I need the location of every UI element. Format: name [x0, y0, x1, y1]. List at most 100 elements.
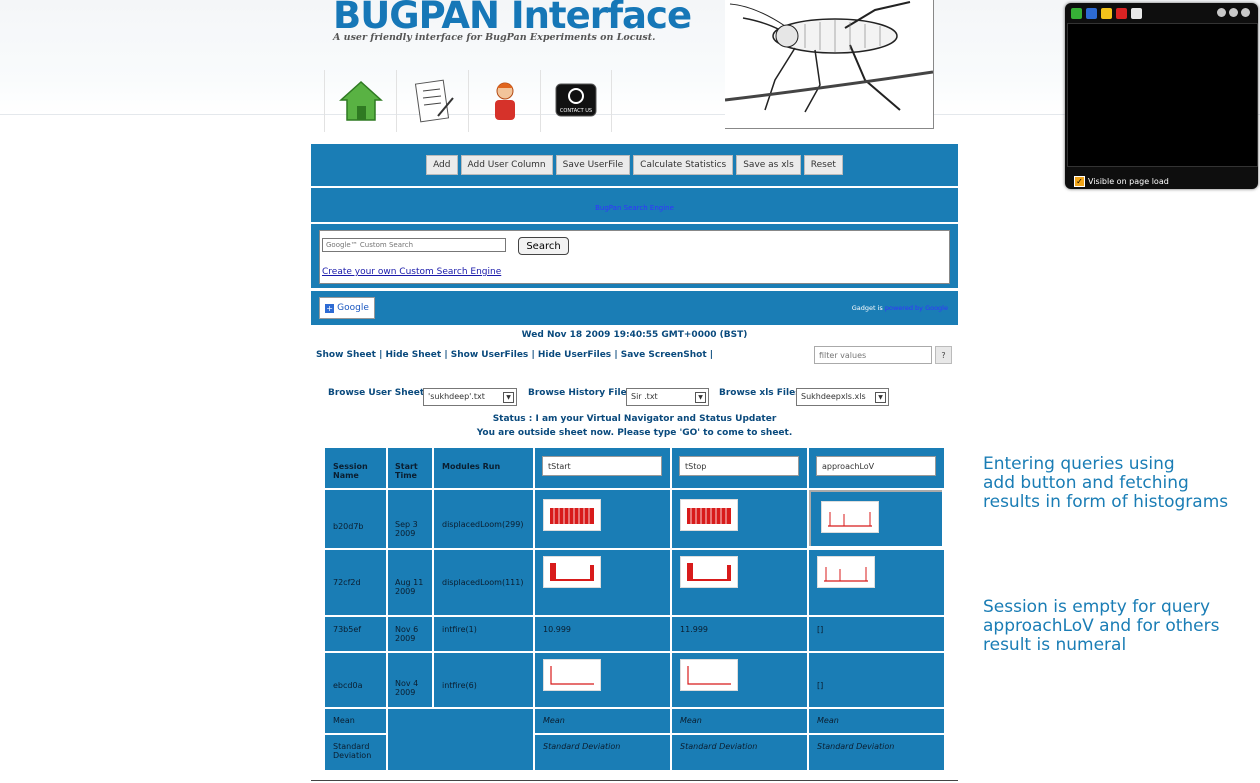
query-input-1[interactable] — [542, 456, 662, 476]
calculate-statistics-button[interactable]: Calculate Statistics — [633, 155, 734, 175]
histogram-thumbnail[interactable] — [680, 499, 738, 531]
save-userfile-button[interactable]: Save UserFile — [555, 155, 631, 175]
table-row-module: intfire(1) — [434, 617, 533, 651]
page-subtitle: A user friendly interface for BugPan Exp… — [333, 32, 656, 43]
table-cell: [] — [809, 653, 944, 707]
header-session: Session Name — [325, 448, 386, 488]
mean-label: Mean — [325, 709, 386, 733]
table-row-module: displacedLoom(299) — [434, 490, 533, 548]
nav-item-profile[interactable] — [468, 70, 540, 132]
nav-item-documents[interactable] — [396, 70, 468, 132]
table-row-session: 72cf2d — [325, 550, 386, 615]
table-cell-highlight — [809, 490, 942, 546]
nav-bar: CONTACT US — [324, 70, 612, 132]
annotation-line: Session is empty for query — [983, 597, 1211, 617]
browse-user-sheets-label: Browse User Sheets — [328, 388, 430, 398]
google-label: Google — [337, 303, 369, 313]
widget-settings-icon[interactable] — [1229, 8, 1238, 17]
table-row-module: intfire(6) — [434, 653, 533, 707]
visible-label: Visible on page load — [1088, 177, 1169, 186]
mean-cell: Mean — [809, 709, 944, 733]
add-user-column-button[interactable]: Add User Column — [460, 155, 553, 175]
add-button[interactable]: Add — [426, 155, 458, 175]
browse-history-label: Browse History Files — [528, 388, 633, 398]
chevron-down-icon: ▼ — [503, 392, 514, 403]
save-as-xls-button[interactable]: Save as xls — [736, 155, 801, 175]
gadget-bar: + Google Gadget is powered by Google — [311, 291, 958, 325]
hide-sheet-link[interactable]: Hide Sheet — [386, 350, 442, 360]
separator: | — [379, 350, 383, 360]
widget-menu-icon[interactable] — [1217, 8, 1226, 17]
sd-cell: Standard Deviation — [672, 735, 807, 770]
xls-value: Sukhdeepxls.xls — [801, 392, 866, 401]
table-row-session: b20d7b — [325, 490, 386, 548]
add-to-google-button[interactable]: + Google — [319, 297, 375, 319]
table-cell — [672, 653, 807, 707]
histogram-thumbnail[interactable] — [821, 501, 879, 533]
home-icon — [338, 80, 383, 121]
alert-icon[interactable] — [1116, 8, 1127, 19]
nav-item-home[interactable] — [324, 70, 396, 132]
search-button[interactable]: Search — [518, 237, 569, 255]
annotation-line: approachLoV and for others — [983, 616, 1220, 636]
status-line-2: You are outside sheet now. Please type '… — [476, 428, 793, 438]
history-select[interactable]: Sir .txt ▼ — [626, 388, 709, 406]
table-cell — [672, 490, 807, 548]
header-start: Start Time — [388, 448, 432, 488]
document-list-icon — [414, 79, 454, 123]
user-sheets-select[interactable]: 'sukhdeep'.txt ▼ — [423, 388, 517, 406]
header-modules: Modules Run — [434, 448, 533, 488]
histogram-thumbnail[interactable] — [817, 556, 875, 588]
show-sheet-link[interactable]: Show Sheet — [316, 350, 376, 360]
hide-userfiles-link[interactable]: Hide UserFiles — [538, 350, 611, 360]
person-icon — [494, 82, 515, 120]
query-input-3[interactable] — [816, 456, 936, 476]
save-screenshot-link[interactable]: Save ScreenShot — [621, 350, 707, 360]
widget-close-icon[interactable] — [1241, 8, 1250, 17]
search-input[interactable] — [322, 238, 506, 252]
annotation-line: results in form of histograms — [983, 492, 1229, 512]
nav-item-contact[interactable]: CONTACT US — [540, 70, 612, 132]
table-row-start: Nov 6 2009 — [388, 617, 432, 651]
search-heading: BugPan Search Engine — [595, 204, 674, 212]
plus-icon: + — [325, 303, 335, 313]
table-row-start: Aug 11 2009 — [388, 550, 432, 615]
show-userfiles-link[interactable]: Show UserFiles — [451, 350, 529, 360]
histogram-thumbnail[interactable] — [680, 659, 738, 691]
plus-icon[interactable] — [1086, 8, 1097, 19]
chevron-down-icon: ▼ — [875, 392, 886, 403]
separator: | — [531, 350, 535, 360]
help-button[interactable]: ? — [935, 346, 952, 364]
separator: | — [444, 350, 448, 360]
status-line-1: Status : I am your Virtual Navigator and… — [492, 414, 777, 424]
query-input-2[interactable] — [679, 456, 799, 476]
tools-icon[interactable] — [1131, 8, 1142, 19]
query-column-3 — [809, 448, 944, 488]
locust-illustration — [725, 0, 934, 129]
table-cell: 11.999 — [672, 617, 807, 651]
check-icon[interactable] — [1071, 8, 1082, 19]
xls-select[interactable]: Sukhdeepxls.xls ▼ — [796, 388, 889, 406]
toolbar: Add Add User Column Save UserFile Calcul… — [311, 144, 958, 186]
filter-input[interactable] — [814, 346, 932, 364]
mean-cell: Mean — [672, 709, 807, 733]
gadget-prefix: Gadget is — [851, 304, 885, 312]
annotation-line: result is numeral — [983, 635, 1127, 655]
history-value: Sir .txt — [631, 392, 658, 401]
create-cse-link[interactable]: Create your own Custom Search Engine — [322, 267, 501, 277]
histogram-thumbnail[interactable] — [543, 556, 601, 588]
table-cell: 10.999 — [535, 617, 670, 651]
histogram-thumbnail[interactable] — [543, 499, 601, 531]
histogram-thumbnail[interactable] — [543, 659, 601, 691]
floating-widget[interactable]: ✓ Visible on page load — [1065, 3, 1258, 189]
reset-button[interactable]: Reset — [803, 155, 843, 175]
histogram-thumbnail[interactable] — [680, 556, 738, 588]
table-row-module: displacedLoom(111) — [434, 550, 533, 615]
user-sheets-value: 'sukhdeep'.txt — [428, 392, 485, 401]
table-row-session: 73b5ef — [325, 617, 386, 651]
minus-icon[interactable] — [1101, 8, 1112, 19]
chevron-down-icon: ▼ — [695, 392, 706, 403]
browse-xls-label: Browse xls Files — [719, 388, 801, 398]
powered-by-link[interactable]: powered by Google — [885, 304, 948, 312]
visible-checkbox[interactable]: ✓ — [1074, 176, 1085, 187]
